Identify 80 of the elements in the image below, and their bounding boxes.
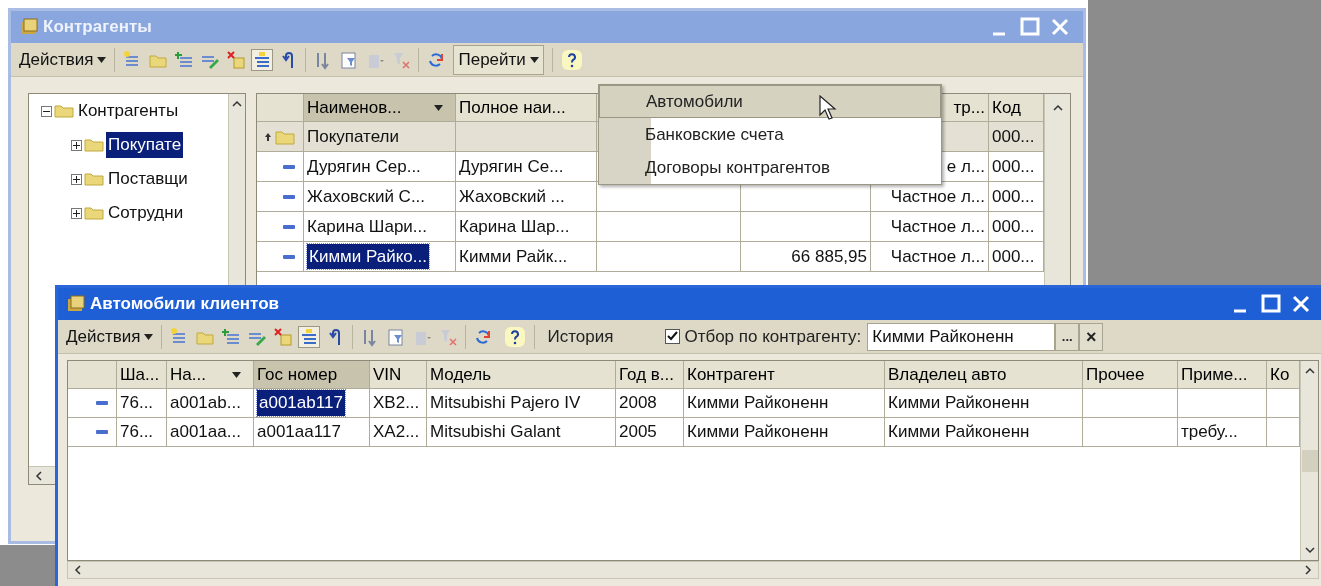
menu-item[interactable]: Договоры контрагентов: [599, 151, 941, 184]
table-cell: 2005: [616, 418, 684, 447]
scroll-down-icon[interactable]: [1303, 544, 1316, 556]
delete-icon[interactable]: [273, 326, 294, 347]
tree-item[interactable]: Поставщи: [106, 166, 190, 192]
expand-icon[interactable]: [71, 139, 82, 151]
row-marker-cell[interactable]: [68, 418, 117, 447]
input-field[interactable]: Кимми Райконенн: [867, 322, 1056, 351]
folder-icon: [84, 172, 104, 186]
help-icon[interactable]: [560, 48, 583, 71]
actions-menu[interactable]: Действия: [62, 322, 158, 351]
tree-item[interactable]: Контрагенты: [76, 98, 181, 124]
delete-icon[interactable]: [226, 49, 247, 70]
list-icon[interactable]: [252, 49, 273, 70]
checkbox[interactable]: [665, 329, 681, 344]
scroll-left-icon[interactable]: [72, 564, 84, 576]
scroll-right-icon[interactable]: [1302, 564, 1314, 576]
table-cell: 66 885,95: [741, 242, 871, 272]
scroll-left-icon[interactable]: [33, 469, 45, 482]
help-icon[interactable]: [504, 325, 527, 348]
vertical-scrollbar[interactable]: [1300, 361, 1318, 560]
table-cell: a001aa...: [167, 418, 254, 447]
maximize-icon[interactable]: [1260, 293, 1282, 315]
collapse-icon[interactable]: [41, 105, 52, 117]
menu-item[interactable]: Банковские счета: [599, 118, 941, 151]
dash-icon: [96, 401, 108, 405]
list-icon[interactable]: [174, 49, 195, 70]
folder-icon: [84, 206, 104, 220]
table-cell: Кимми Райк...: [456, 242, 597, 272]
caret-icon: [232, 372, 241, 378]
filter-label: Отбор по контрагенту:: [684, 325, 862, 348]
goto-menu[interactable]: Перейти: [453, 44, 544, 75]
table-cell: Mitsubishi Galant: [427, 418, 616, 447]
dash-icon: [96, 430, 108, 434]
maximize-icon[interactable]: [1019, 16, 1041, 38]
select-button[interactable]: ...: [1055, 322, 1080, 351]
table-cell: требу...: [1178, 418, 1267, 447]
caret-icon: [529, 56, 539, 63]
mouse-cursor-icon: [819, 95, 837, 121]
table-cell: a001ab117: [254, 389, 370, 418]
tree-item[interactable]: Сотрудни: [106, 200, 186, 226]
row-marker-cell[interactable]: [257, 242, 304, 272]
list-icon[interactable]: [299, 326, 320, 347]
table-cell: Частное л...: [871, 242, 989, 272]
table-cell: Кимми Райконенн: [885, 418, 1083, 447]
table-cell: a001aa117: [254, 418, 370, 447]
expand-icon[interactable]: [71, 173, 82, 185]
checkmark-icon: [667, 331, 679, 342]
dash-icon: [283, 194, 295, 199]
table-cell: XA2...: [370, 418, 427, 447]
dash-icon: [283, 164, 295, 169]
dash-icon: [283, 254, 295, 259]
history-button[interactable]: История: [543, 323, 618, 350]
actions-menu[interactable]: Действия: [15, 45, 111, 74]
folder-icon: [84, 138, 104, 152]
horizontal-scrollbar[interactable]: [67, 561, 1319, 579]
column-header[interactable]: Гос номер: [254, 361, 370, 389]
clear-button[interactable]: ×: [1079, 322, 1104, 351]
caret-icon: [434, 105, 443, 111]
menu-item[interactable]: Автомобили: [599, 85, 941, 118]
table-cell: Кимми Райконенн: [684, 418, 885, 447]
column-header[interactable]: Наименов...: [304, 94, 456, 122]
window-icon: [66, 295, 86, 313]
folder-icon: [275, 128, 295, 145]
close-icon[interactable]: [1049, 16, 1071, 38]
expand-icon[interactable]: [71, 207, 82, 219]
close-icon[interactable]: [1290, 293, 1312, 315]
table-cell: Кимми Райко...: [304, 242, 456, 272]
window-icon: [19, 18, 39, 36]
folder-icon: [54, 104, 74, 118]
caret-icon: [97, 56, 107, 63]
dash-icon: [283, 224, 295, 229]
arrow-icon: [265, 132, 271, 141]
caret-icon: [144, 333, 154, 340]
list-icon[interactable]: [221, 326, 242, 347]
window-title: Контрагенты: [43, 16, 152, 39]
window-title: Автомобили клиентов: [90, 293, 280, 316]
table-cell: 76...: [117, 418, 167, 447]
tree-item[interactable]: Покупате: [106, 132, 184, 158]
scrollbar-thumb[interactable]: [1301, 449, 1318, 472]
